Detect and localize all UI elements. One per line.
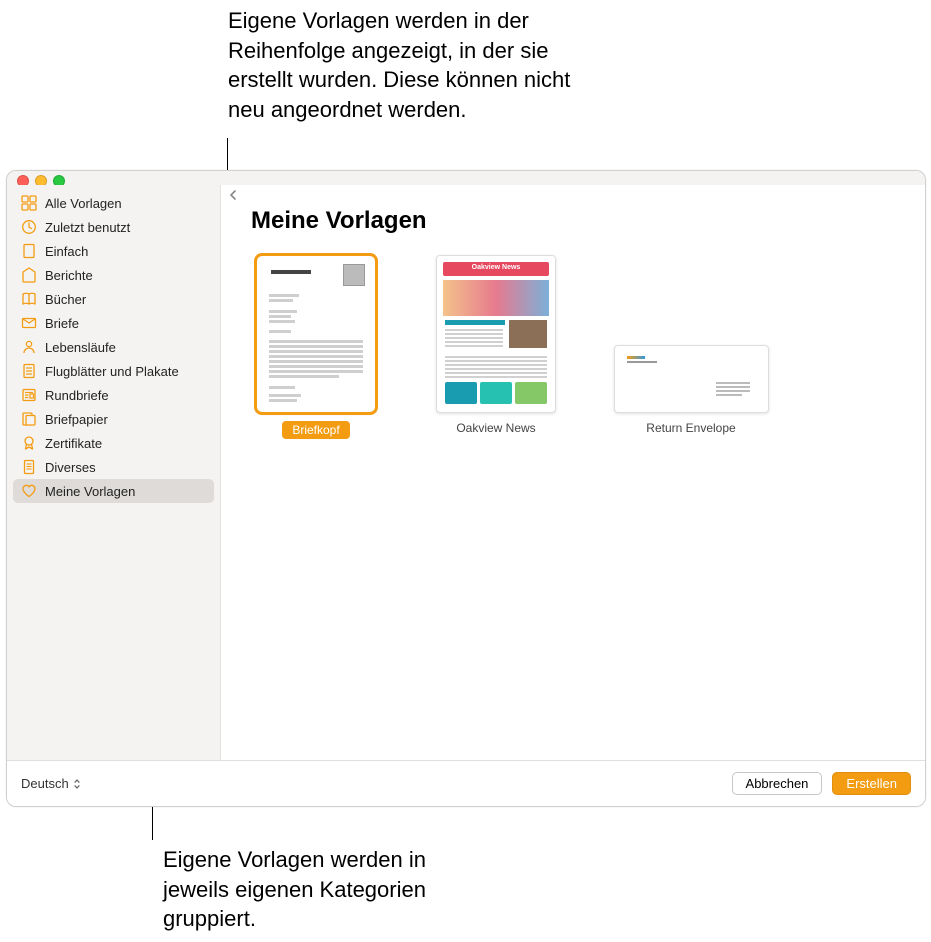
sidebar-item-misc[interactable]: Diverses [13, 455, 214, 479]
envelope-icon [21, 315, 37, 331]
sidebar-item-flyers[interactable]: Flugblätter und Plakate [13, 359, 214, 383]
window-titlebar [7, 171, 925, 185]
poster-icon [21, 363, 37, 379]
sidebar-item-label: Zuletzt benutzt [45, 220, 130, 235]
template-label: Return Envelope [646, 421, 735, 435]
sidebar-item-reports[interactable]: Berichte [13, 263, 214, 287]
footer-bar: Deutsch Abbrechen Erstellen [7, 760, 925, 806]
thumb-banner-text: Oakview News [437, 264, 555, 271]
sidebar-item-all-templates[interactable]: Alle Vorlagen [13, 191, 214, 215]
chevron-up-down-icon [73, 778, 81, 790]
template-grid: Briefkopf Oakview News [221, 245, 925, 449]
language-label: Deutsch [21, 776, 69, 791]
sidebar-item-resumes[interactable]: Lebensläufe [13, 335, 214, 359]
sidebar-item-label: Flugblätter und Plakate [45, 364, 179, 379]
template-briefkopf[interactable]: Briefkopf [251, 255, 381, 439]
template-chooser-window: Alle Vorlagen Zuletzt benutzt Einfach Be… [6, 170, 926, 807]
sidebar-item-label: Zertifikate [45, 436, 102, 451]
toggle-sidebar-button[interactable] [227, 189, 241, 203]
page-icon [21, 243, 37, 259]
language-selector[interactable]: Deutsch [21, 776, 81, 791]
template-thumbnail: Oakview News [436, 255, 556, 413]
sidebar-item-label: Diverses [45, 460, 96, 475]
stationery-icon [21, 411, 37, 427]
template-label: Briefkopf [282, 421, 349, 439]
create-button[interactable]: Erstellen [832, 772, 911, 795]
cancel-button[interactable]: Abbrechen [732, 772, 823, 795]
main-panel: Meine Vorlagen [221, 185, 925, 760]
annotation-top: Eigene Vorlagen werden in der Reihenfolg… [228, 6, 608, 125]
sidebar-item-label: Bücher [45, 292, 86, 307]
sidebar: Alle Vorlagen Zuletzt benutzt Einfach Be… [7, 185, 221, 760]
template-return-envelope[interactable]: Return Envelope [611, 255, 771, 435]
person-icon [21, 339, 37, 355]
sidebar-item-label: Meine Vorlagen [45, 484, 135, 499]
heart-icon [21, 483, 37, 499]
template-label: Oakview News [456, 421, 535, 435]
template-thumbnail [256, 255, 376, 413]
clock-icon [21, 219, 37, 235]
window-body: Alle Vorlagen Zuletzt benutzt Einfach Be… [7, 185, 925, 760]
sidebar-item-label: Rundbriefe [45, 388, 109, 403]
sidebar-item-label: Einfach [45, 244, 88, 259]
sidebar-list: Alle Vorlagen Zuletzt benutzt Einfach Be… [13, 191, 214, 754]
sidebar-item-my-templates[interactable]: Meine Vorlagen [13, 479, 214, 503]
sidebar-item-label: Alle Vorlagen [45, 196, 122, 211]
sidebar-item-label: Lebensläufe [45, 340, 116, 355]
template-oakview-news[interactable]: Oakview News [431, 255, 561, 435]
newsletter-icon [21, 387, 37, 403]
sidebar-item-certificates[interactable]: Zertifikate [13, 431, 214, 455]
sidebar-item-label: Briefpapier [45, 412, 108, 427]
sidebar-item-label: Berichte [45, 268, 93, 283]
sheet-icon [21, 459, 37, 475]
grid-icon [21, 195, 37, 211]
sidebar-item-stationery[interactable]: Briefpapier [13, 407, 214, 431]
page-title: Meine Vorlagen [221, 185, 925, 245]
template-thumbnail [614, 345, 769, 413]
sidebar-item-newsletters[interactable]: Rundbriefe [13, 383, 214, 407]
report-icon [21, 267, 37, 283]
book-icon [21, 291, 37, 307]
sidebar-item-letters[interactable]: Briefe [13, 311, 214, 335]
sidebar-item-basic[interactable]: Einfach [13, 239, 214, 263]
sidebar-item-label: Briefe [45, 316, 79, 331]
annotation-bottom: Eigene Vorlagen werden in jeweils eigene… [163, 845, 463, 934]
sidebar-item-recent[interactable]: Zuletzt benutzt [13, 215, 214, 239]
sidebar-item-books[interactable]: Bücher [13, 287, 214, 311]
ribbon-icon [21, 435, 37, 451]
